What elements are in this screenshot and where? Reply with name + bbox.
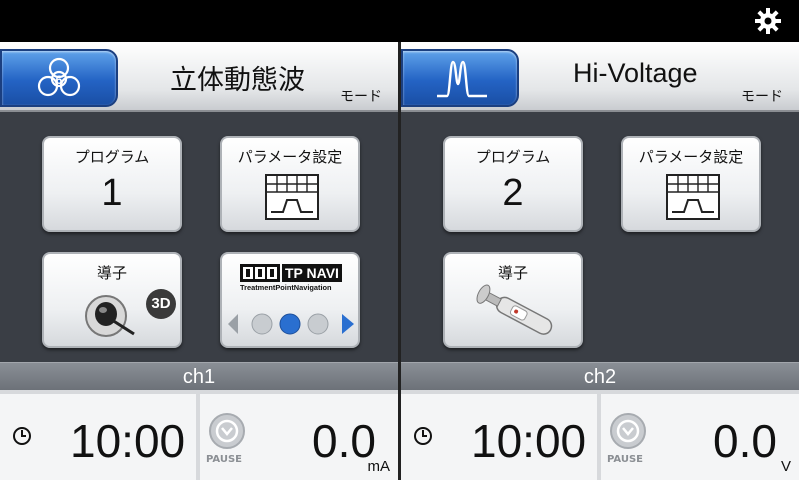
- timer-value: 10:00: [70, 415, 186, 467]
- mode-title: 立体動態波: [170, 65, 305, 96]
- output-value: 0.0: [312, 415, 376, 467]
- gear-icon[interactable]: [755, 8, 781, 34]
- channel-panel-ch1: 6 立体動態波 モード プログラム 1 パラメータ設定 導子 3D TP NAV…: [0, 42, 398, 480]
- mode-select-button[interactable]: 6: [0, 49, 118, 107]
- output-unit: mA: [367, 458, 391, 475]
- 3d-badge-text: 3D: [151, 295, 171, 312]
- svg-text:6: 6: [56, 73, 63, 87]
- mode-header: Hi-Voltage モード: [401, 42, 799, 112]
- output-display: PAUSE 0.0 mA: [200, 394, 398, 480]
- pause-icon[interactable]: [609, 412, 647, 450]
- tp-navi-title: TP NAVI: [282, 264, 342, 282]
- pause-icon[interactable]: [208, 412, 246, 450]
- parameter-settings-label: パラメータ設定: [237, 148, 343, 166]
- probe-button[interactable]: 導子: [443, 252, 583, 348]
- 3d-badge: 3D: [146, 289, 176, 319]
- program-value: 1: [101, 172, 123, 214]
- mode-subtitle: モード: [340, 89, 382, 105]
- timer-display[interactable]: 10:00: [401, 394, 597, 480]
- probe-label: 導子: [96, 264, 127, 282]
- mode-header: 6 立体動態波 モード: [0, 42, 398, 112]
- tp-navi-right-arrow: [342, 314, 354, 334]
- clock-icon: [13, 427, 31, 445]
- output-display: PAUSE 0.0 V: [601, 394, 799, 480]
- top-bar: [0, 0, 799, 42]
- status-bar: 10:00 PAUSE 0.0 V: [401, 390, 799, 480]
- channel-label: ch2: [583, 366, 617, 388]
- parameter-settings-button[interactable]: パラメータ設定: [621, 136, 761, 232]
- mode-select-button[interactable]: [401, 49, 519, 107]
- status-bar: 10:00 PAUSE 0.0 mA: [0, 390, 398, 480]
- output-value: 0.0: [713, 415, 777, 467]
- program-button[interactable]: プログラム 2: [443, 136, 583, 232]
- probe-button[interactable]: 導子 3D: [42, 252, 182, 348]
- hi-voltage-waveform-icon: [437, 60, 487, 98]
- timer-value: 10:00: [471, 415, 587, 467]
- parameter-grid-icon: [265, 174, 319, 220]
- tp-navi-button[interactable]: TP NAVI TreatmentPointNavigation: [220, 252, 360, 348]
- program-label: プログラム: [74, 148, 150, 166]
- clock-icon: [414, 427, 432, 445]
- program-button[interactable]: プログラム 1: [42, 136, 182, 232]
- channel-panel-ch2: Hi-Voltage モード プログラム 2 パラメータ設定 導子 ch2 10…: [401, 42, 799, 480]
- channel-bar: ch2: [401, 362, 799, 390]
- channel-label: ch1: [182, 366, 216, 388]
- output-unit: V: [780, 458, 791, 475]
- tp-navi-logo: TP NAVI TreatmentPointNavigation: [240, 264, 344, 294]
- program-label: プログラム: [475, 148, 551, 166]
- pause-label: PAUSE: [206, 454, 242, 465]
- pause-label: PAUSE: [607, 454, 643, 465]
- mode-title: Hi-Voltage: [573, 58, 698, 88]
- parameter-grid-icon: [666, 174, 720, 220]
- tp-navi-indicator: [228, 313, 354, 335]
- mode-subtitle: モード: [741, 89, 783, 105]
- tp-navi-subtitle: TreatmentPointNavigation: [240, 283, 332, 292]
- tp-navi-left-arrow: [228, 314, 238, 334]
- program-value: 2: [502, 172, 524, 214]
- stereo-dynamic-wave-icon: 6: [37, 57, 81, 97]
- parameter-settings-button[interactable]: パラメータ設定: [220, 136, 360, 232]
- 3d-probe-icon: [85, 295, 135, 337]
- probe-label: 導子: [497, 264, 528, 282]
- parameter-settings-label: パラメータ設定: [638, 148, 744, 166]
- handheld-probe-icon: [476, 284, 553, 335]
- tp-navi-logo-mark: [240, 264, 280, 282]
- timer-display[interactable]: 10:00: [0, 394, 196, 480]
- channel-bar: ch1: [0, 362, 398, 390]
